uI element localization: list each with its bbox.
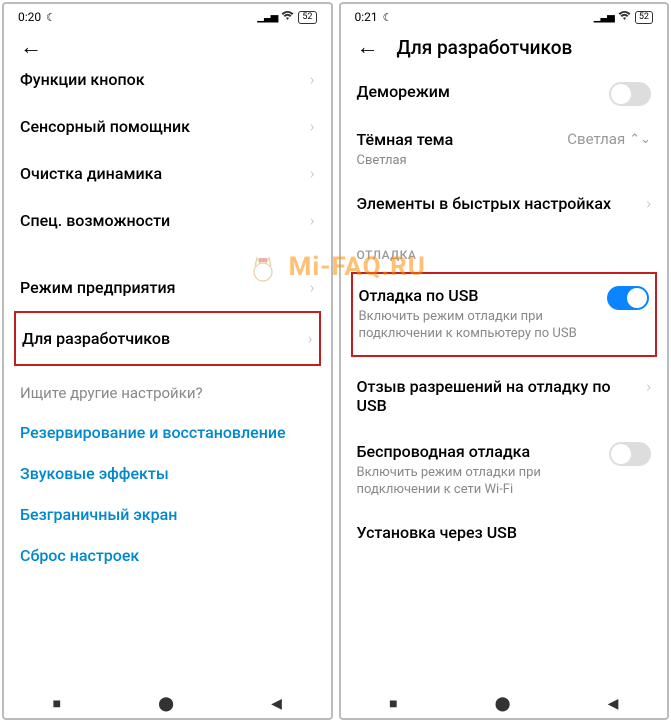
wifi-icon — [281, 10, 294, 24]
wifi-icon — [618, 10, 631, 24]
chevron-right-icon: › — [310, 278, 315, 297]
updown-icon: ⌃⌄ — [629, 132, 651, 147]
setting-title: Установка через USB — [357, 523, 640, 542]
setting-dark-theme[interactable]: Тёмная тема Светлая Светлая ⌃⌄ — [357, 118, 652, 182]
chevron-right-icon: › — [646, 377, 651, 396]
setting-sub: Включить режим отладки при подключении к… — [357, 464, 598, 499]
list-item[interactable]: Очистка динамика › — [20, 150, 315, 197]
nav-home-icon[interactable]: ⬤ — [158, 696, 174, 712]
link-fullscreen[interactable]: Безграничный экран — [20, 494, 315, 535]
toggle-usb-debug[interactable] — [607, 286, 649, 310]
setting-title: Беспроводная отладка — [357, 442, 598, 461]
toggle-wireless-debug[interactable] — [609, 442, 651, 466]
list-item[interactable]: Спец. возможности › — [20, 197, 315, 244]
link-backup[interactable]: Резервирование и восстановление — [20, 412, 315, 453]
battery-icon: 52 — [635, 11, 653, 24]
setting-demo-mode[interactable]: Деморежим — [357, 70, 652, 118]
chevron-right-icon: › — [308, 329, 313, 348]
setting-wireless-debug[interactable]: Беспроводная отладка Включить режим отла… — [357, 430, 652, 511]
setting-value: Светлая — [567, 130, 625, 148]
setting-title: Деморежим — [357, 82, 598, 101]
link-reset[interactable]: Сброс настроек — [20, 535, 315, 576]
nav-bar: ■ ⬤ ◀ — [4, 685, 331, 718]
setting-quick-tiles[interactable]: Элементы в быстрых настройках › — [357, 182, 652, 228]
chevron-right-icon: › — [646, 194, 651, 213]
back-button[interactable]: ← — [20, 34, 42, 60]
setting-sub: Светлая — [357, 152, 556, 170]
status-bar: 0:20 ☾ ▁▃▅ 52 — [4, 4, 331, 26]
setting-usb-install[interactable]: Установка через USB — [357, 511, 652, 545]
nav-home-icon[interactable]: ⬤ — [495, 696, 511, 712]
chevron-right-icon: › — [310, 117, 315, 136]
nav-back-icon[interactable]: ◀ — [608, 696, 619, 712]
chevron-right-icon: › — [310, 211, 315, 230]
battery-icon: 52 — [298, 11, 316, 24]
search-hint: Ищите другие настройки? — [20, 366, 315, 412]
moon-icon: ☾ — [383, 11, 393, 24]
signal-icon: ▁▃▅ — [257, 12, 277, 23]
nav-recent-icon[interactable]: ■ — [53, 695, 61, 712]
setting-sub: Включить режим отладки при подключении к… — [359, 308, 596, 343]
list-item[interactable]: Функции кнопок › — [20, 70, 315, 103]
status-bar: 0:21 ☾ ▁▃▅ 52 — [341, 4, 668, 26]
toggle-demo[interactable] — [609, 82, 651, 106]
back-button[interactable]: ← — [357, 34, 379, 60]
item-label: Очистка динамика — [20, 164, 162, 183]
signal-icon: ▁▃▅ — [594, 12, 614, 23]
item-label: Функции кнопок — [20, 70, 145, 89]
list-item[interactable]: Режим предприятия › — [20, 264, 315, 311]
section-label-debug: ОТЛАДКА — [357, 228, 652, 270]
setting-title: Отзыв разрешений на отладку по USB — [357, 377, 635, 415]
setting-title: Отладка по USB — [359, 286, 596, 305]
list-item-developers[interactable]: Для разработчиков › — [22, 313, 313, 364]
list-item[interactable]: Сенсорный помощник › — [20, 103, 315, 150]
setting-revoke-usb[interactable]: Отзыв разрешений на отладку по USB › — [357, 365, 652, 430]
setting-title: Элементы в быстрых настройках — [357, 194, 635, 213]
setting-usb-debug[interactable]: Отладка по USB Включить режим отладки пр… — [359, 286, 650, 343]
status-time: 0:21 — [355, 10, 378, 24]
moon-icon: ☾ — [46, 11, 56, 24]
nav-back-icon[interactable]: ◀ — [271, 696, 282, 712]
chevron-right-icon: › — [310, 164, 315, 183]
highlighted-item: Отладка по USB Включить режим отладки пр… — [351, 272, 658, 357]
status-time: 0:20 — [18, 10, 41, 24]
item-label: Режим предприятия — [20, 278, 176, 297]
nav-recent-icon[interactable]: ■ — [389, 695, 397, 712]
item-label: Для разработчиков — [22, 329, 170, 348]
phone-left: 0:20 ☾ ▁▃▅ 52 ← Функции кнопок › Сенсорн… — [2, 2, 333, 720]
item-label: Сенсорный помощник — [20, 117, 190, 136]
chevron-right-icon: › — [310, 70, 315, 89]
nav-bar: ■ ⬤ ◀ — [341, 685, 668, 718]
link-sound[interactable]: Звуковые эффекты — [20, 453, 315, 494]
item-label: Спец. возможности — [20, 211, 170, 230]
setting-title: Тёмная тема — [357, 130, 556, 149]
phone-right: 0:21 ☾ ▁▃▅ 52 ← Для разработчиков Деморе… — [339, 2, 670, 720]
page-title: Для разработчиков — [397, 36, 573, 59]
highlighted-item: Для разработчиков › — [14, 311, 321, 366]
